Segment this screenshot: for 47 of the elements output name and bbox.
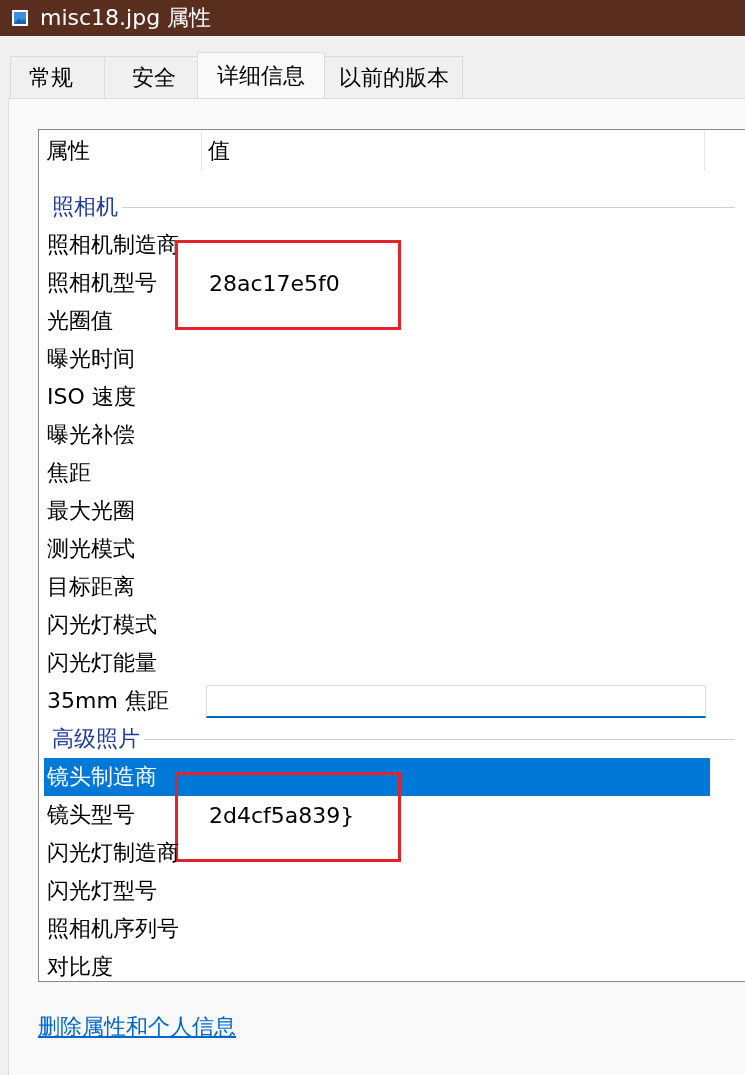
list-row[interactable]: 闪光灯能量: [44, 644, 710, 682]
property-name: 焦距: [46, 459, 92, 487]
image-icon: [12, 10, 28, 26]
property-name: 35mm 焦距: [46, 687, 170, 715]
property-name: 照相机序列号: [46, 915, 180, 943]
property-name: 最大光圈: [46, 497, 136, 525]
property-name: 曝光补偿: [46, 421, 136, 449]
property-name: 目标距离: [46, 573, 136, 601]
property-name: 镜头型号: [46, 801, 136, 829]
list-row[interactable]: 对比度: [44, 948, 710, 981]
property-name: 曝光时间: [46, 345, 136, 373]
property-name: 闪光灯模式: [46, 611, 158, 639]
list-row[interactable]: 照相机型号 28ac17e5f0: [44, 264, 710, 302]
value-input-field[interactable]: [206, 684, 706, 718]
remove-properties-link[interactable]: 删除属性和个人信息: [38, 1012, 236, 1042]
property-name: 镜头制造商: [46, 763, 158, 791]
list-row[interactable]: 35mm 焦距: [44, 682, 710, 720]
property-name: 照相机型号: [46, 269, 158, 297]
column-header[interactable]: 属性: [39, 130, 202, 171]
list-row[interactable]: 照相机序列号: [44, 910, 710, 948]
list-row[interactable]: 光圈值: [44, 302, 710, 340]
group-header: 高级照片: [52, 725, 140, 753]
window-title: misc18.jpg 属性: [40, 5, 212, 31]
list-row[interactable]: 测光模式: [44, 530, 710, 568]
list-row[interactable]: ISO 速度: [44, 378, 710, 416]
property-name: 闪光灯能量: [46, 649, 158, 677]
property-name: 光圈值: [46, 307, 114, 335]
tab[interactable]: 常规: [10, 56, 105, 98]
property-value: 28ac17e5f0: [209, 270, 340, 296]
property-value: 2d4cf5a839}: [209, 802, 355, 828]
property-name: 闪光灯型号: [46, 877, 158, 905]
list-row[interactable]: 镜头型号 2d4cf5a839}: [44, 796, 710, 834]
list-row[interactable]: 目标距离: [44, 568, 710, 606]
list-row[interactable]: 镜头制造商: [44, 758, 710, 796]
property-name: 对比度: [46, 953, 114, 981]
property-name: ISO 速度: [46, 383, 137, 411]
list-row[interactable]: 曝光补偿: [44, 416, 710, 454]
tab[interactable]: 以前的版本: [324, 56, 463, 98]
list-row[interactable]: 最大光圈: [44, 492, 710, 530]
column-header[interactable]: 值: [201, 130, 706, 171]
tab[interactable]: 详细信息: [197, 52, 325, 98]
property-name: 测光模式: [46, 535, 136, 563]
list-row[interactable]: 焦距: [44, 454, 710, 492]
list-row[interactable]: 闪光灯型号: [44, 872, 710, 910]
list-row[interactable]: 闪光灯模式: [44, 606, 710, 644]
list-row[interactable]: 曝光时间: [44, 340, 710, 378]
group-header: 照相机: [52, 193, 118, 221]
